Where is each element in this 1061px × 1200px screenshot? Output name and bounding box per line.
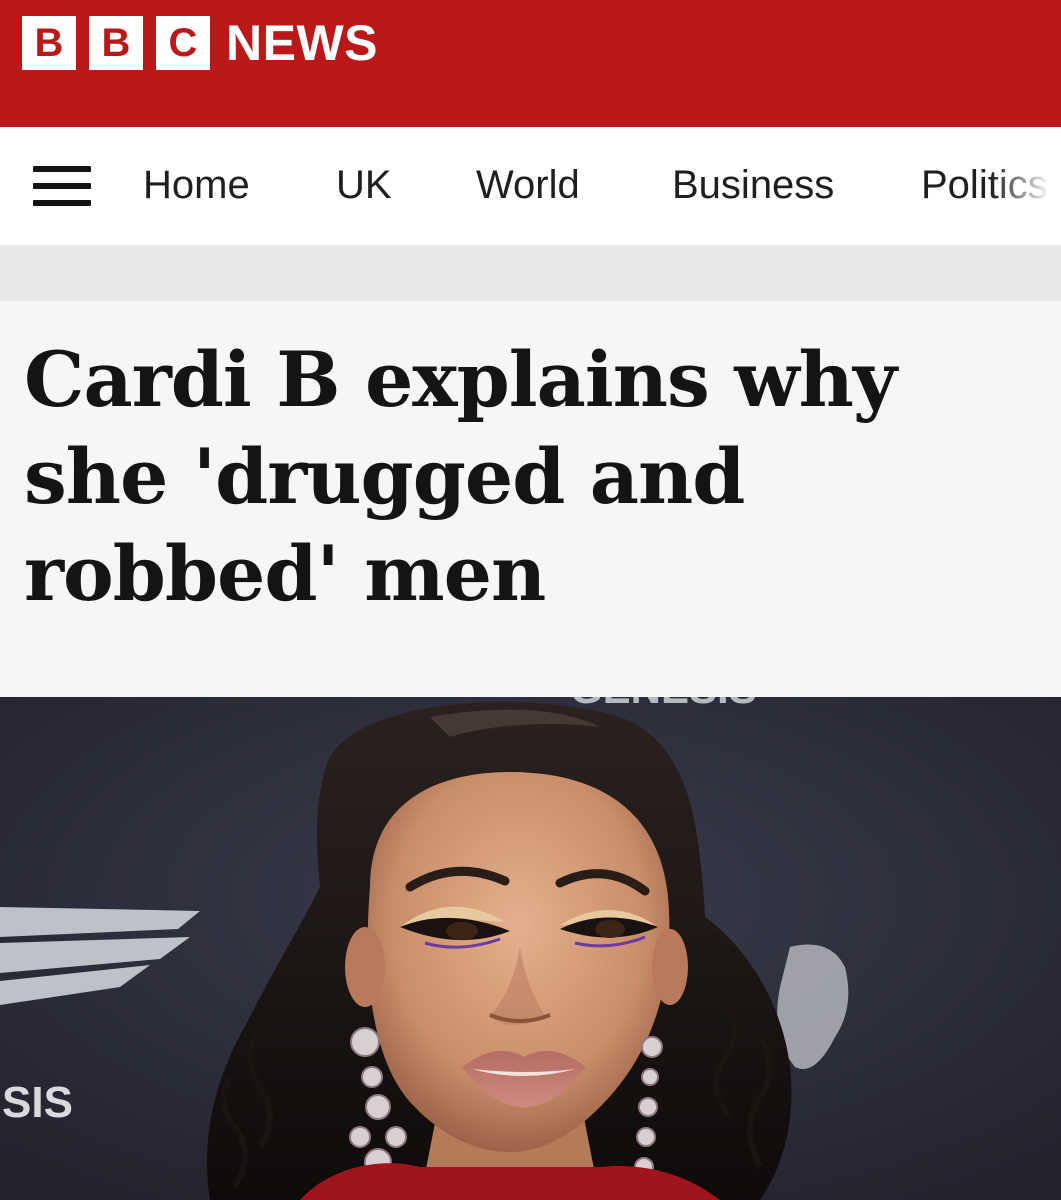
backdrop-text-sis: SIS <box>2 1078 73 1127</box>
nav-item-uk[interactable]: UK <box>336 163 392 208</box>
logo-letter-c: C <box>156 16 210 70</box>
nav-item-business[interactable]: Business <box>672 163 834 208</box>
article-headline: Cardi B explains why she 'drugged and ro… <box>24 331 1024 622</box>
nav-item-politics[interactable]: Politics <box>921 163 1048 208</box>
masthead: B B C NEWS <box>0 0 1061 127</box>
hamburger-menu-icon[interactable] <box>33 166 91 206</box>
logo-letter-b1: B <box>22 16 76 70</box>
bbc-news-logo[interactable]: B B C NEWS <box>22 14 378 72</box>
headline-line-3: robbed' men <box>24 529 546 618</box>
ad-banner-placeholder <box>0 245 1061 301</box>
nav-item-home[interactable]: Home <box>143 163 250 208</box>
article-hero-image[interactable]: GENESIS SIS <box>0 697 1061 1200</box>
primary-navigation: Home UK World Business Politics <box>0 127 1061 245</box>
logo-news-text: NEWS <box>226 15 378 71</box>
headline-line-1: Cardi B explains why <box>24 335 897 424</box>
backdrop-text-genesis: GENESIS <box>570 697 757 712</box>
logo-letter-b2: B <box>89 16 143 70</box>
headline-line-2: she 'drugged and <box>24 432 745 521</box>
headline-section: Cardi B explains why she 'drugged and ro… <box>0 301 1061 697</box>
nav-item-world[interactable]: World <box>476 163 580 208</box>
hero-photo-illustration: GENESIS SIS <box>0 697 1061 1200</box>
